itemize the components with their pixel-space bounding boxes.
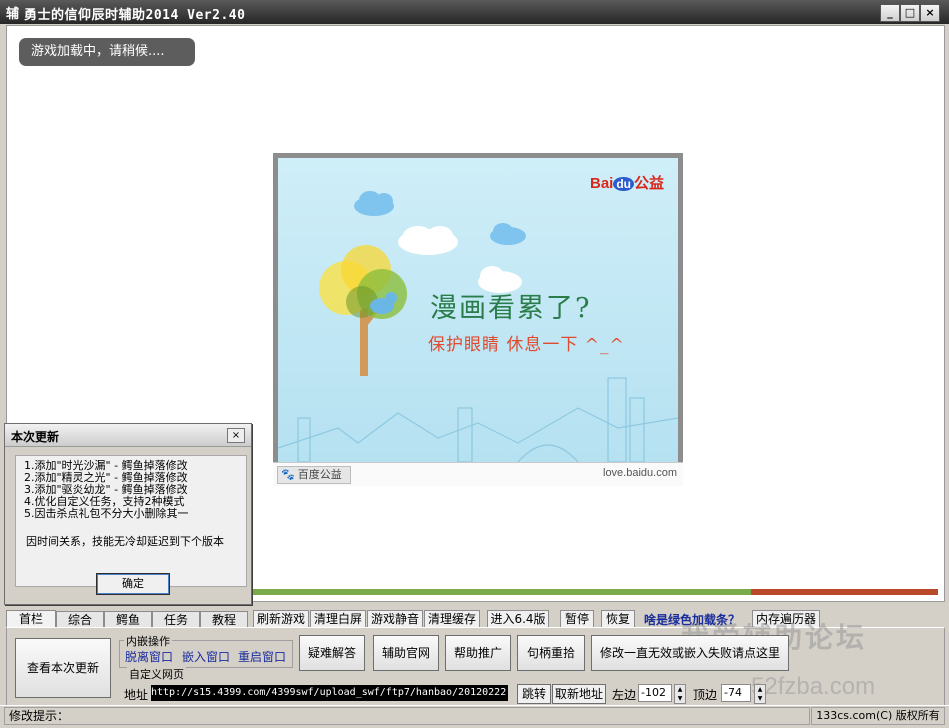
clear-white-screen-button[interactable]: 清理白屏 [310, 610, 366, 628]
ad-content: Bai du 公益 漫画看累了? 保护眼睛 休息一下 ^_^ [278, 158, 678, 462]
faq-button[interactable]: 疑难解答 [299, 635, 365, 671]
loading-message: 游戏加载中，请稍候.... [19, 38, 195, 66]
jump-button[interactable]: 跳转 [517, 684, 551, 704]
fix-embed-button[interactable]: 修改一直无效或嵌入失败请点这里 [591, 635, 789, 671]
progress-remaining [751, 589, 938, 595]
left-offset-label: 左边 [612, 688, 637, 702]
pause-button[interactable]: 暂停 [560, 610, 594, 628]
left-offset-input[interactable]: -102 [638, 684, 672, 702]
top-offset-label: 顶边 [693, 688, 718, 702]
mute-game-button[interactable]: 游戏静音 [367, 610, 423, 628]
window-title: 勇士的信仰辰时辅助2014 Ver2.40 [24, 8, 246, 23]
baidu-ad-frame[interactable]: Bai du 公益 漫画看累了? 保护眼睛 休息一下 ^_^ 🐾 百度公益 love.… [273, 153, 683, 486]
ad-subline: 保护眼睛 休息一下 ^_^ [428, 335, 625, 355]
logo-text-du: du [613, 177, 635, 191]
address-label: 地址 [124, 688, 149, 702]
top-offset-input[interactable]: -74 [721, 684, 751, 702]
baidu-logo: Bai du 公益 [590, 172, 664, 193]
ok-button[interactable]: 确定 [96, 573, 170, 595]
embed-ops-label: 内嵌操作 [124, 633, 172, 649]
handle-recover-button[interactable]: 句柄重拾 [517, 635, 585, 671]
minimize-button[interactable]: _ [880, 4, 900, 22]
chevron-up-icon[interactable]: ▲ [675, 685, 685, 694]
list-item: 5.因击杀点礼包不分大小删除其一 [24, 507, 189, 520]
app-icon: 辅 [6, 7, 20, 22]
update-dialog[interactable]: 本次更新 × 1.添加"时光沙漏" - 鳄鱼掉落修改 2.添加"精灵之光" - … [4, 423, 252, 605]
chevron-up-icon[interactable]: ▲ [755, 685, 765, 694]
refresh-game-button[interactable]: 刷新游戏 [253, 610, 309, 628]
tab-general[interactable]: 综合 [56, 611, 104, 628]
ad-footer-url[interactable]: love.baidu.com [603, 467, 677, 479]
left-offset-stepper[interactable]: ▲ ▼ [674, 684, 686, 704]
chevron-down-icon[interactable]: ▼ [675, 694, 685, 703]
ad-footer: 🐾 百度公益 love.baidu.com [273, 462, 683, 486]
detach-window-link[interactable]: 脱离窗口 [125, 648, 173, 665]
ad-headline: 漫画看累了? [430, 293, 592, 324]
paw-icon: 🐾 [281, 468, 295, 481]
control-panel: 我爱辅助论坛 52fzba.com 查看本次更新 内嵌操作 脱离窗口 嵌入窗口 … [6, 621, 945, 707]
enter-version-button[interactable]: 进入6.4版 [487, 610, 549, 628]
update-note: 因时间关系，技能无冷却延迟到下个版本 [26, 535, 224, 548]
update-dialog-title: 本次更新 [11, 430, 60, 444]
official-site-button[interactable]: 辅助官网 [373, 635, 439, 671]
status-hint: 修改提示： [4, 707, 810, 725]
maximize-button[interactable]: □ [900, 4, 920, 22]
update-dialog-titlebar[interactable]: 本次更新 × [5, 424, 251, 447]
address-input[interactable]: http://s15.4399.com/4399swf/upload_swf/f… [151, 685, 508, 701]
chevron-down-icon[interactable]: ▼ [755, 694, 765, 703]
embed-window-link[interactable]: 嵌入窗口 [182, 648, 230, 665]
embed-ops-group: 内嵌操作 脱离窗口 嵌入窗口 重启窗口 [119, 633, 293, 668]
logo-text-bai: Bai [590, 175, 614, 192]
tab-tasks[interactable]: 任务 [152, 611, 200, 628]
loading-progress-bar [246, 589, 938, 595]
title-bar[interactable]: 辅 勇士的信仰辰时辅助2014 Ver2.40 _ □ × [0, 0, 949, 24]
resume-button[interactable]: 恢复 [601, 610, 635, 628]
status-copyright: 133cs.com(C) 版权所有 [811, 707, 945, 725]
new-address-button[interactable]: 取新地址 [552, 684, 606, 704]
logo-text-gongyi: 公益 [634, 175, 665, 192]
ad-footer-badge[interactable]: 🐾 百度公益 [277, 466, 351, 484]
promote-button[interactable]: 帮助推广 [445, 635, 511, 671]
ad-footer-badge-label: 百度公益 [297, 468, 342, 481]
update-dialog-body: 1.添加"时光沙漏" - 鳄鱼掉落修改 2.添加"精灵之光" - 鳄鱼掉落修改 … [15, 455, 247, 595]
update-dialog-close-button[interactable]: × [227, 428, 245, 443]
tab-crocodile[interactable]: 鳄鱼 [104, 611, 152, 628]
tab-tutorial[interactable]: 教程 [200, 611, 248, 628]
close-button[interactable]: × [920, 4, 940, 22]
restart-window-link[interactable]: 重启窗口 [238, 648, 286, 665]
view-update-button[interactable]: 查看本次更新 [15, 638, 111, 698]
update-list: 1.添加"时光沙漏" - 鳄鱼掉落修改 2.添加"精灵之光" - 鳄鱼掉落修改 … [24, 460, 189, 520]
custom-page-label: 自定义网页 [127, 666, 186, 682]
clear-cache-button[interactable]: 清理缓存 [424, 610, 480, 628]
top-offset-stepper[interactable]: ▲ ▼ [754, 684, 766, 704]
status-bar: 修改提示： 133cs.com(C) 版权所有 [0, 705, 949, 728]
status-hint-label: 修改提示： [9, 709, 70, 723]
